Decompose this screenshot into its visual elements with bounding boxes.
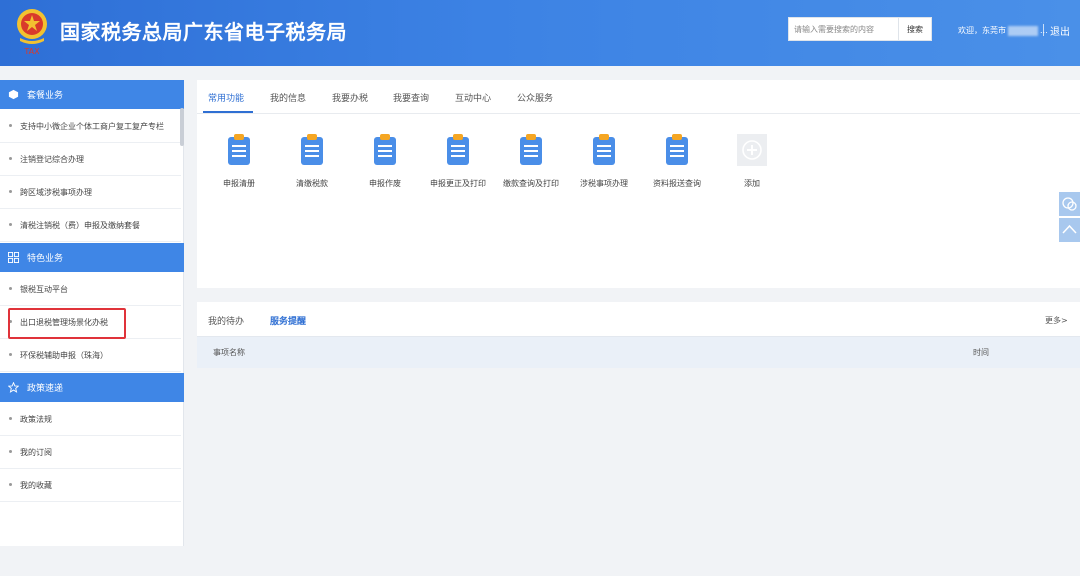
sidebar-group-label: 政策速递 xyxy=(27,384,64,394)
sidebar-item-smb-recovery[interactable]: 支持中小微企业个体工商户复工复产专栏 xyxy=(0,110,181,143)
tab-query[interactable]: 我要查询 xyxy=(393,91,429,104)
clipboard-icon xyxy=(520,134,542,165)
clipboard-icon xyxy=(374,134,396,165)
welcome-text: 欢迎，东莞市... xyxy=(958,25,1048,36)
main-tabs: 常用功能 我的信息 我要办税 我要查询 互动中心 公众服务 xyxy=(197,80,1080,114)
function-payment-query[interactable]: 缴款查询及打印 xyxy=(495,132,567,196)
sidebar-item-deregistration[interactable]: 注销登记综合办理 xyxy=(0,143,181,176)
clipboard-icon xyxy=(447,134,469,165)
sidebar-item-env-tax[interactable]: 环保税辅助申报（珠海） xyxy=(0,339,181,372)
back-to-top-button[interactable] xyxy=(1059,218,1080,242)
tab-public-service[interactable]: 公众服务 xyxy=(517,91,553,104)
header-divider xyxy=(1043,24,1044,36)
sidebar-item-label: 政策法规 xyxy=(20,415,52,424)
tab-my-todo[interactable]: 我的待办 xyxy=(208,314,244,327)
function-pay-tax[interactable]: 清缴税款 xyxy=(276,132,348,196)
search-box: 搜索 xyxy=(788,17,932,41)
search-button[interactable]: 搜索 xyxy=(898,18,931,40)
function-correct-print[interactable]: 申报更正及打印 xyxy=(422,132,494,196)
function-label: 涉税事项办理 xyxy=(580,179,628,188)
reminders-table-header: 事项名称 时间 xyxy=(197,336,1080,368)
sidebar-group-featured[interactable]: 特色业务 xyxy=(0,243,184,272)
sidebar-item-subscription[interactable]: 我的订阅 xyxy=(0,436,181,469)
sidebar-item-label: 我的订阅 xyxy=(20,448,52,457)
sidebar-group-policy[interactable]: 政策速递 xyxy=(0,373,184,402)
grid-icon xyxy=(8,252,19,263)
function-document-query[interactable]: 资料报送查询 xyxy=(641,132,713,196)
column-header-item-name: 事项名称 xyxy=(213,348,245,357)
function-label: 申报更正及打印 xyxy=(430,179,486,188)
tab-tax-handling[interactable]: 我要办税 xyxy=(332,91,368,104)
bullet-icon xyxy=(9,417,12,420)
sidebar-item-label: 清税注销税（费）申报及缴纳套餐 xyxy=(20,221,140,230)
search-input[interactable] xyxy=(789,18,899,40)
function-label: 申报清册 xyxy=(223,179,255,188)
bullet-icon xyxy=(9,287,12,290)
chevron-up-icon xyxy=(1062,224,1077,234)
tab-my-info[interactable]: 我的信息 xyxy=(270,91,306,104)
common-functions-panel: 常用功能 我的信息 我要办税 我要查询 互动中心 公众服务 申报清册 清缴税款 … xyxy=(197,80,1080,288)
more-link[interactable]: 更多> xyxy=(1045,315,1068,326)
sidebar-item-favorites[interactable]: 我的收藏 xyxy=(0,469,181,502)
clipboard-icon xyxy=(666,134,688,165)
function-declaration-list[interactable]: 申报清册 xyxy=(203,132,275,196)
clipboard-icon xyxy=(228,134,250,165)
bullet-icon xyxy=(9,190,12,193)
plus-icon xyxy=(742,140,762,160)
bullet-icon xyxy=(9,157,12,160)
sidebar-item-label: 银税互动平台 xyxy=(20,285,68,294)
add-function-tile xyxy=(737,134,767,166)
float-chat-button[interactable] xyxy=(1059,192,1080,216)
reminders-panel: 我的待办 服务提醒 更多> 事项名称 时间 xyxy=(197,302,1080,368)
function-label: 清缴税款 xyxy=(296,179,328,188)
add-function-button[interactable]: 添加 xyxy=(713,132,785,196)
clipboard-icon xyxy=(593,134,615,165)
sidebar-item-label: 注销登记综合办理 xyxy=(20,155,84,164)
function-label: 添加 xyxy=(744,179,760,188)
site-title: 国家税务总局广东省电子税务局 xyxy=(60,20,347,44)
tab-interaction-center[interactable]: 互动中心 xyxy=(455,91,491,104)
highlight-annotation xyxy=(8,308,126,339)
sidebar-group-package[interactable]: 套餐业务 xyxy=(0,80,184,109)
sidebar-item-bank-tax[interactable]: 银税互动平台 xyxy=(0,273,181,306)
cube-icon xyxy=(8,89,19,100)
function-void-declaration[interactable]: 申报作废 xyxy=(349,132,421,196)
function-label: 资料报送查询 xyxy=(653,179,701,188)
tax-emblem-icon: TAX xyxy=(17,9,47,56)
tab-common-functions[interactable]: 常用功能 xyxy=(208,91,244,104)
logout-link[interactable]: 退出 xyxy=(1050,23,1070,38)
bullet-icon xyxy=(9,450,12,453)
sidebar-item-cross-region[interactable]: 跨区域涉税事项办理 xyxy=(0,176,181,209)
bullet-icon xyxy=(9,353,12,356)
active-tab-indicator xyxy=(203,111,253,113)
star-icon xyxy=(8,382,19,393)
sidebar-item-policy-law[interactable]: 政策法规 xyxy=(0,403,181,436)
svg-text:TAX: TAX xyxy=(23,47,40,56)
sidebar-item-tax-clearance[interactable]: 清税注销税（费）申报及缴纳套餐 xyxy=(0,209,181,242)
bullet-icon xyxy=(9,223,12,226)
sidebar-group-label: 套餐业务 xyxy=(27,91,64,101)
welcome-prefix: 欢迎，东莞市 xyxy=(958,26,1006,35)
bullet-icon xyxy=(9,483,12,486)
bullet-icon xyxy=(9,124,12,127)
sidebar-item-label: 我的收藏 xyxy=(20,481,52,490)
sidebar-item-label: 跨区域涉税事项办理 xyxy=(20,188,92,197)
redacted-username xyxy=(1008,25,1038,36)
function-label: 缴款查询及打印 xyxy=(503,179,559,188)
clipboard-icon xyxy=(301,134,323,165)
tab-service-reminder[interactable]: 服务提醒 xyxy=(270,314,306,327)
sidebar-scrollbar[interactable] xyxy=(180,108,184,146)
sidebar-item-label: 环保税辅助申报（珠海） xyxy=(20,351,108,360)
function-label: 申报作废 xyxy=(369,179,401,188)
sidebar-group-label: 特色业务 xyxy=(27,254,64,264)
chat-icon xyxy=(1062,197,1077,211)
column-header-time: 时间 xyxy=(973,348,989,357)
top-header: TAX 国家税务总局广东省电子税务局 搜索 欢迎，东莞市... 退出 xyxy=(0,0,1080,66)
function-tax-matters[interactable]: 涉税事项办理 xyxy=(568,132,640,196)
sidebar-item-label: 支持中小微企业个体工商户复工复产专栏 xyxy=(20,122,164,131)
